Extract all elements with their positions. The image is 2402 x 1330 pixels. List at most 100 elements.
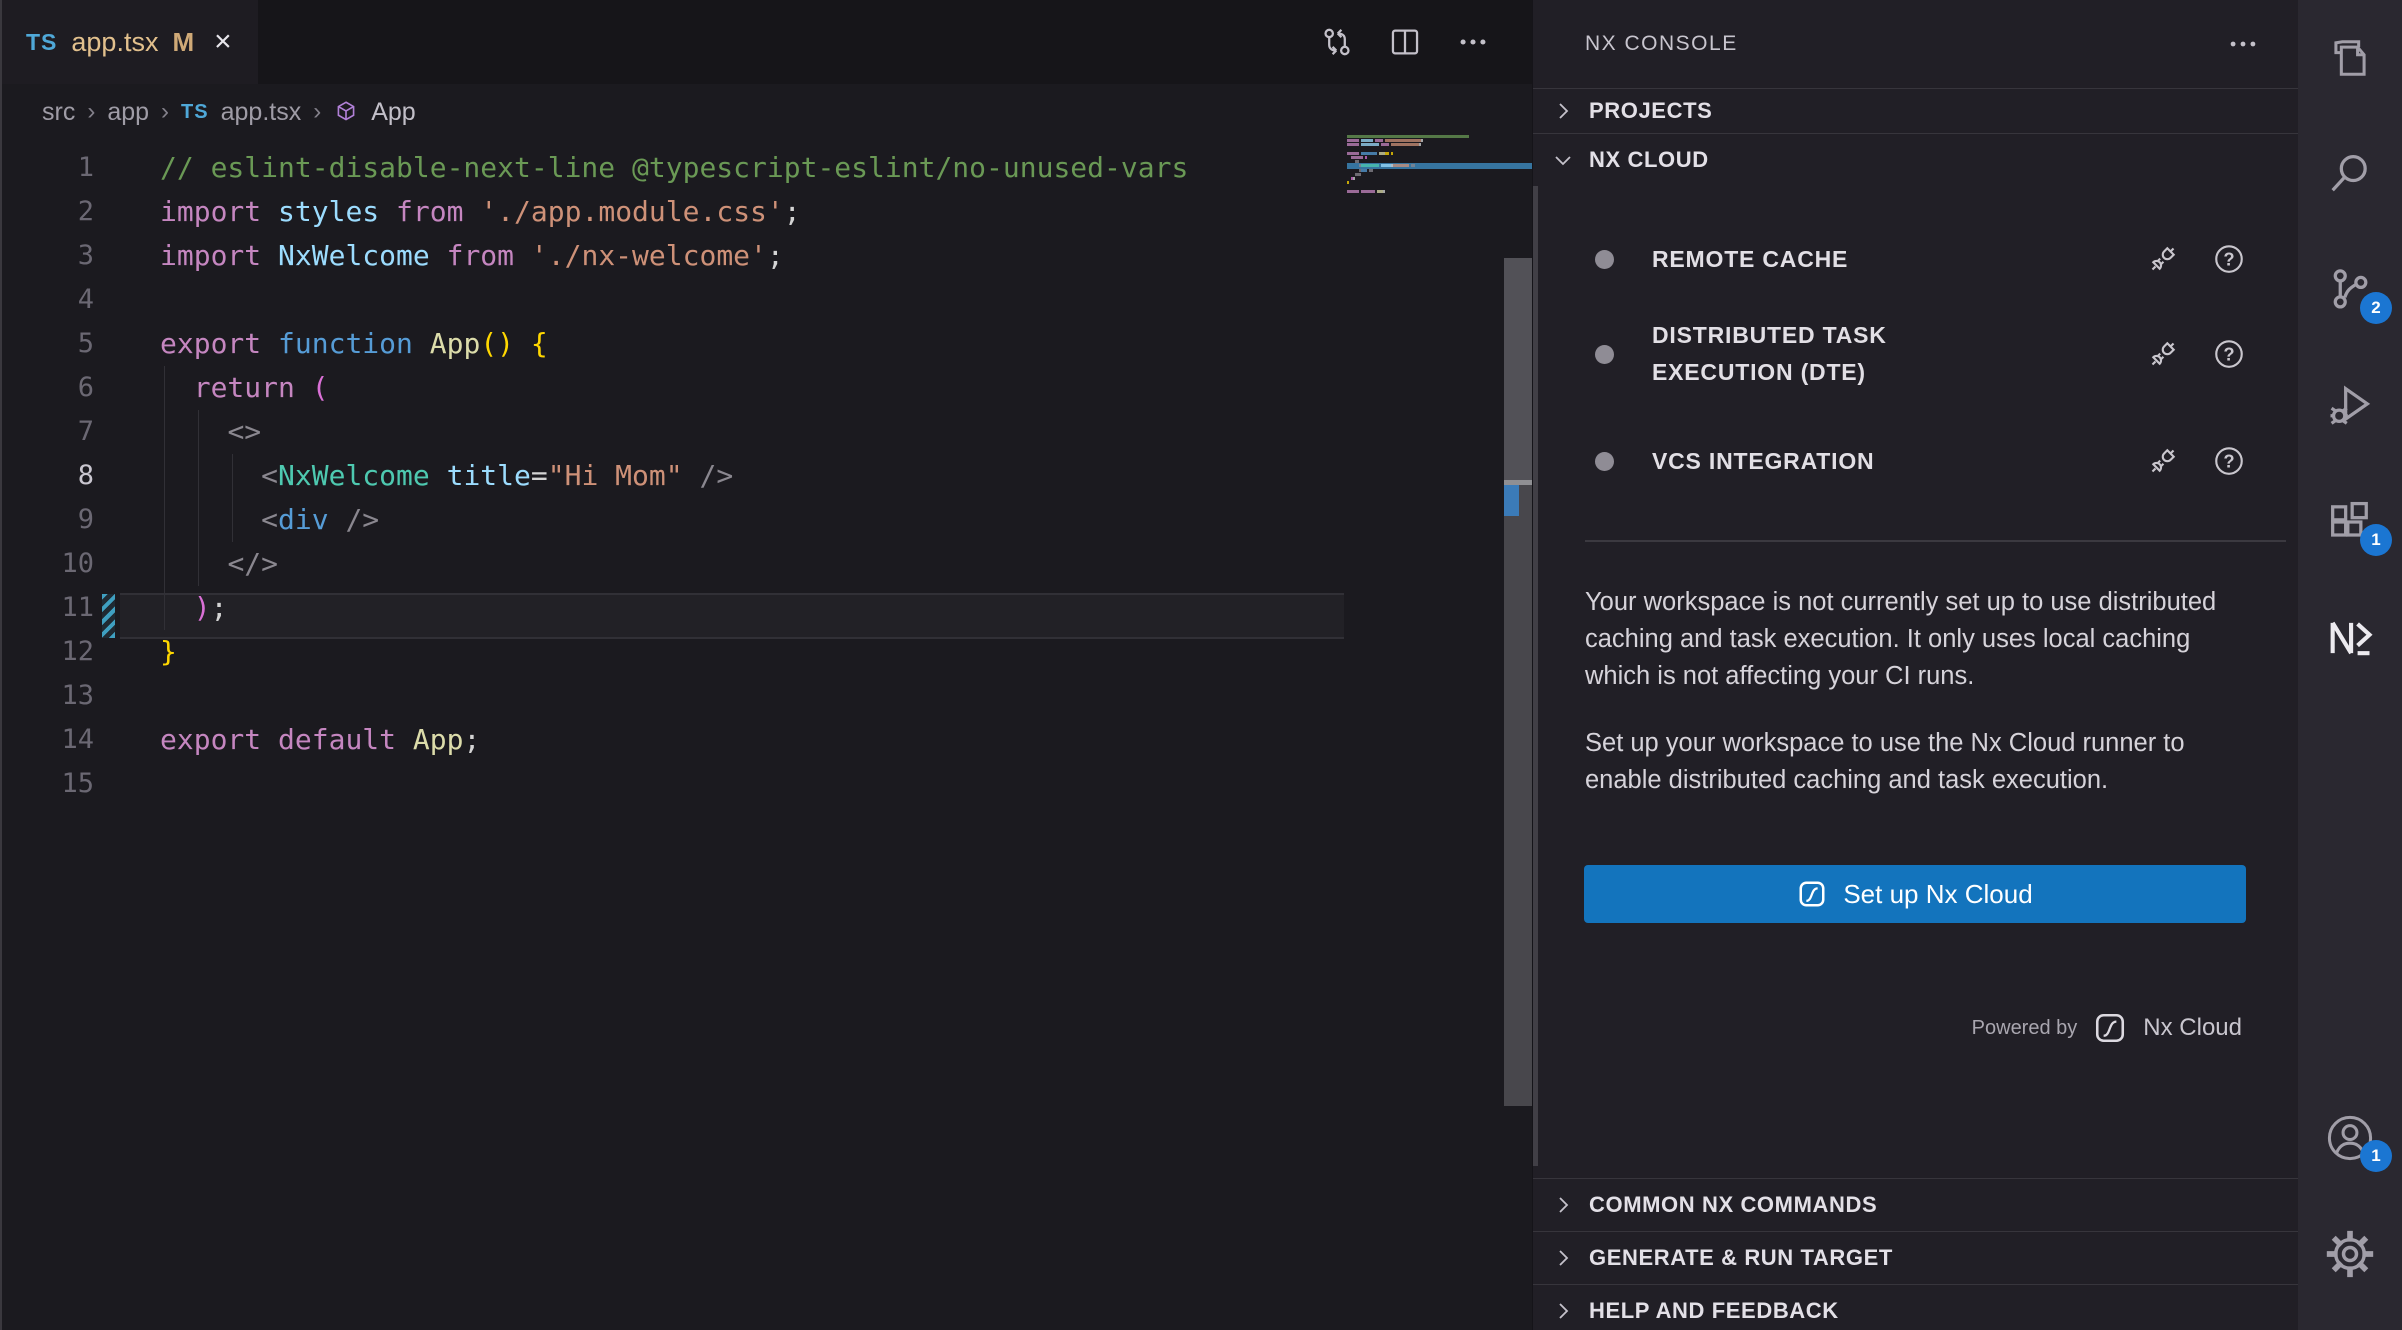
- code-text: }: [94, 630, 177, 674]
- svg-text:?: ?: [2223, 343, 2234, 364]
- code-line: 13: [2, 674, 1532, 718]
- chevron-down-icon: [1551, 148, 1575, 172]
- badge: 1: [2360, 1140, 2392, 1172]
- feature-row-remote-cache: REMOTE CACHE ?: [1533, 216, 2298, 302]
- code-line: 1// eslint-disable-next-line @typescript…: [2, 146, 1532, 190]
- section-generate-run-target[interactable]: GENERATE & RUN TARGET: [1533, 1232, 2298, 1284]
- section-help-and-feedback[interactable]: HELP AND FEEDBACK: [1533, 1285, 2298, 1330]
- section-projects[interactable]: PROJECTS: [1533, 89, 2298, 133]
- code-text: // eslint-disable-next-line @typescript-…: [94, 146, 1188, 190]
- chevron-right-icon: ›: [161, 98, 169, 126]
- code-text: import styles from './app.module.css';: [94, 190, 801, 234]
- badge: 1: [2360, 524, 2392, 556]
- breadcrumb: src › app › TS app.tsx › App: [2, 84, 1532, 140]
- code-text: [94, 762, 160, 806]
- overview-modified-mark: [1504, 485, 1519, 516]
- paragraph: Your workspace is not currently set up t…: [1585, 584, 2218, 695]
- line-number: 4: [2, 278, 94, 322]
- line-number: 7: [2, 410, 94, 454]
- code-line: 5export function App() {: [2, 322, 1532, 366]
- code-text: import NxWelcome from './nx-welcome';: [94, 234, 784, 278]
- section-label: COMMON NX COMMANDS: [1589, 1192, 1877, 1218]
- split-editor-icon[interactable]: [1386, 23, 1424, 61]
- code-text: <NxWelcome title="Hi Mom" />: [94, 454, 733, 498]
- feature-actions: ?: [2146, 337, 2246, 371]
- minimap[interactable]: [1347, 135, 1504, 375]
- breadcrumb-file[interactable]: app.tsx: [221, 98, 302, 127]
- breadcrumb-app[interactable]: app: [107, 98, 149, 127]
- scrollbar-slider[interactable]: [1504, 258, 1535, 480]
- more-actions-icon[interactable]: [1454, 23, 1492, 61]
- help-icon[interactable]: ?: [2212, 444, 2246, 478]
- badge: 2: [2360, 292, 2392, 324]
- line-number: 2: [2, 190, 94, 234]
- explorer-icon[interactable]: [2298, 0, 2402, 116]
- vscode-window: TS app.tsx M ×: [0, 0, 2402, 1330]
- code-line: 3import NxWelcome from './nx-welcome';: [2, 234, 1532, 278]
- collapsed-sections: COMMON NX COMMANDS GENERATE & RUN TARGET…: [1533, 1178, 2298, 1330]
- panel-more-actions-icon[interactable]: [2224, 25, 2262, 63]
- code-line: 9 <div />: [2, 498, 1532, 542]
- code-text: return (: [94, 366, 329, 410]
- code-editor[interactable]: 1// eslint-disable-next-line @typescript…: [2, 140, 1532, 1330]
- code-text: <>: [94, 410, 261, 454]
- status-bullet: [1595, 345, 1614, 364]
- settings-gear-icon[interactable]: [2298, 1196, 2402, 1312]
- line-number: 13: [2, 674, 94, 718]
- help-icon[interactable]: ?: [2212, 242, 2246, 276]
- activity-bar: 2 1: [2298, 0, 2402, 1330]
- editor-scrollbar[interactable]: [1504, 258, 1535, 1106]
- breadcrumb-symbol-app[interactable]: App: [371, 98, 415, 127]
- line-number: 11: [2, 586, 94, 630]
- extensions-icon[interactable]: 1: [2298, 464, 2402, 580]
- line-number: 6: [2, 366, 94, 410]
- connect-plug-icon[interactable]: [2146, 444, 2180, 478]
- line-number: 1: [2, 146, 94, 190]
- section-label: NX CLOUD: [1589, 147, 1709, 173]
- status-bullet: [1595, 452, 1614, 471]
- setup-nx-cloud-button[interactable]: Set up Nx Cloud: [1584, 865, 2246, 923]
- feature-list: REMOTE CACHE ?: [1533, 186, 2298, 504]
- nx-cloud-view: REMOTE CACHE ?: [1533, 186, 2298, 1045]
- connect-plug-icon[interactable]: [2146, 337, 2180, 371]
- accounts-icon[interactable]: 1: [2298, 1080, 2402, 1196]
- breadcrumb-src[interactable]: src: [42, 98, 75, 127]
- code-text: [94, 278, 160, 322]
- tab-bar: TS app.tsx M ×: [2, 0, 1532, 84]
- feature-actions: ?: [2146, 242, 2246, 276]
- open-changes-icon[interactable]: [1318, 23, 1356, 61]
- code-text: export default App;: [94, 718, 480, 762]
- nx-console-icon[interactable]: [2298, 580, 2402, 696]
- code-line: 10 </>: [2, 542, 1532, 586]
- connect-plug-icon[interactable]: [2146, 242, 2180, 276]
- feature-label: REMOTE CACHE: [1652, 241, 1982, 278]
- typescript-file-icon: TS: [181, 101, 209, 124]
- code-text: export function App() {: [94, 322, 548, 366]
- section-common-nx-commands[interactable]: COMMON NX COMMANDS: [1533, 1179, 2298, 1231]
- search-icon[interactable]: [2298, 116, 2402, 232]
- panel-scrollbar[interactable]: [1533, 186, 1538, 1166]
- close-tab-icon[interactable]: ×: [214, 27, 232, 57]
- panel-header: NX CONSOLE: [1533, 0, 2298, 88]
- chevron-right-icon: [1551, 1193, 1575, 1217]
- section-nx-cloud[interactable]: NX CLOUD: [1533, 134, 2298, 186]
- nx-cloud-brand-label[interactable]: Nx Cloud: [2143, 1014, 2242, 1042]
- chevron-right-icon: ›: [87, 98, 95, 126]
- code-text: [94, 674, 160, 718]
- source-control-icon[interactable]: 2: [2298, 232, 2402, 348]
- chevron-right-icon: ›: [313, 98, 321, 126]
- help-icon[interactable]: ?: [2212, 337, 2246, 371]
- svg-text:?: ?: [2223, 450, 2234, 471]
- chevron-right-icon: [1551, 1246, 1575, 1270]
- svg-text:?: ?: [2223, 248, 2234, 269]
- line-number: 14: [2, 718, 94, 762]
- line-number: 12: [2, 630, 94, 674]
- panel-title: NX CONSOLE: [1585, 32, 1738, 56]
- run-and-debug-icon[interactable]: [2298, 348, 2402, 464]
- editor-group: TS app.tsx M ×: [0, 0, 1532, 1330]
- chevron-right-icon: [1551, 1299, 1575, 1323]
- code-lines: 1// eslint-disable-next-line @typescript…: [2, 146, 1532, 806]
- feature-actions: ?: [2146, 444, 2246, 478]
- tab-app-tsx[interactable]: TS app.tsx M ×: [2, 0, 258, 84]
- code-line: 15: [2, 762, 1532, 806]
